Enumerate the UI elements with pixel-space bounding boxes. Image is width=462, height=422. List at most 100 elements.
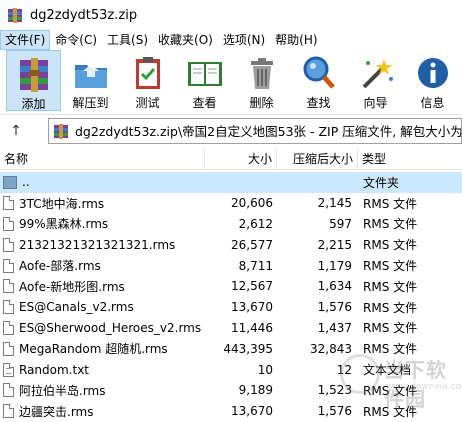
toolbar: 添加 解压到 测试 查看 删除 查找 向导 信息 [0,50,462,113]
file-icon [3,237,14,252]
file-type: RMS 文件 [363,217,418,232]
file-name: Aofe-部落.rms [19,259,101,274]
menu-tools[interactable]: 工具(S) [102,30,153,50]
watermark-subtext: www.downxia.com [386,382,462,392]
wizard-wand-icon [356,53,396,93]
column-header-row: 名称 大小 压缩后大小 类型 [0,147,462,170]
file-name: 边疆突击.rms [19,404,94,419]
view-button[interactable]: 查看 [177,50,232,111]
file-name: 3TC地中海.rms [19,196,105,211]
info-icon [413,53,453,93]
test-button[interactable]: 测试 [120,50,175,111]
file-icon [3,196,14,211]
path-bar: ↑ dg2zdydt53z.zip\帝国2自定义地图53张 - ZIP 压缩文件… [0,114,462,146]
info-button[interactable]: 信息 [405,50,460,111]
file-packed-size: 597 [329,216,352,231]
trash-icon [242,53,282,93]
list-item[interactable]: .. 文件夹 [0,172,462,193]
file-icon [3,300,14,315]
file-type: RMS 文件 [363,196,418,211]
column-header-name[interactable]: 名称 [0,147,205,170]
find-label: 查找 [306,96,331,110]
title-bar: dg2zdydt53z.zip [0,0,462,30]
extract-to-button[interactable]: 解压到 [63,50,118,111]
file-size: 2,612 [238,216,273,231]
list-item[interactable]: ES@Canals_v2.rms 13,670 1,576 RMS 文件 [0,297,462,318]
find-button[interactable]: 查找 [291,50,346,111]
list-item[interactable]: 99%黑森林.rms 2,612 597 RMS 文件 [0,214,462,235]
list-item[interactable]: Aofe-新地形图.rms 12,567 1,634 RMS 文件 [0,276,462,297]
delete-label: 删除 [249,96,274,110]
menu-command[interactable]: 命令(C) [50,30,102,50]
add-archive-icon [14,54,54,94]
file-size: 20,606 [231,196,273,211]
menu-options[interactable]: 选项(N) [218,30,270,50]
text-file-icon [3,362,14,377]
add-label: 添加 [21,97,46,111]
column-header-type[interactable]: 类型 [358,148,462,170]
view-label: 查看 [192,96,217,110]
file-name: 21321321321321321.rms [19,237,176,252]
wizard-button[interactable]: 向导 [348,50,403,111]
delete-button[interactable]: 删除 [234,50,289,111]
file-icon [3,258,14,273]
menu-bar: 文件(F) 命令(C) 工具(S) 收藏夹(O) 选项(N) 帮助(H) [0,30,462,50]
file-packed-size: 1,179 [317,258,352,273]
watermark-logo-icon [340,354,380,394]
watermark: 当下软件园 www.downxia.com [340,348,462,411]
up-arrow-icon[interactable]: ↑ [0,117,32,145]
file-size: 443,395 [223,341,273,356]
file-size: 9,189 [238,383,273,398]
file-type: RMS 文件 [363,300,418,315]
file-packed-size: 2,145 [317,196,352,211]
file-type: RMS 文件 [363,279,418,294]
info-label: 信息 [420,96,445,110]
file-packed-size: 1,576 [317,300,352,315]
file-icon [3,279,14,294]
file-name: .. [22,175,30,190]
file-icon [3,216,14,231]
file-type: 文件夹 [363,175,400,190]
test-clipboard-icon [128,53,168,93]
file-size: 11,446 [231,320,273,335]
folder-up-icon [3,175,17,189]
file-size: 26,577 [231,237,273,252]
test-label: 测试 [135,96,160,110]
file-name: MegaRandom 超随机.rms [19,342,168,357]
winrar-app-icon [7,7,23,23]
file-icon [3,404,14,419]
file-packed-size: 2,215 [317,237,352,252]
file-name: ES@Canals_v2.rms [19,300,134,315]
extract-folder-icon [71,53,111,93]
path-text: dg2zdydt53z.zip\帝国2自定义地图53张 - ZIP 压缩文件, … [75,124,462,139]
file-name: Aofe-新地形图.rms [19,279,125,294]
file-packed-size: 1,634 [317,279,352,294]
file-type: RMS 文件 [363,259,418,274]
wizard-label: 向导 [363,96,388,110]
file-name: Random.txt [19,362,90,377]
file-packed-size: 1,437 [317,320,352,335]
column-header-size[interactable]: 大小 [205,147,277,170]
menu-help[interactable]: 帮助(H) [270,30,322,50]
zip-archive-icon [53,123,69,139]
view-book-icon [185,53,225,93]
menu-file[interactable]: 文件(F) [0,30,51,50]
file-size: 13,670 [231,300,273,315]
file-icon [3,383,14,398]
file-name: 99%黑森林.rms [19,217,109,232]
list-item[interactable]: 21321321321321321.rms 26,577 2,215 RMS 文… [0,234,462,255]
file-type: RMS 文件 [363,321,418,336]
list-item[interactable]: ES@Sherwood_Heroes_v2.rms 11,446 1,437 R… [0,318,462,339]
file-icon [3,320,14,335]
window-title: dg2zdydt53z.zip [30,7,138,23]
path-field[interactable]: dg2zdydt53z.zip\帝国2自定义地图53张 - ZIP 压缩文件, … [48,117,462,144]
add-button[interactable]: 添加 [6,50,62,111]
file-name: 阿拉伯半岛.rms [19,383,106,398]
list-item[interactable]: 3TC地中海.rms 20,606 2,145 RMS 文件 [0,193,462,214]
file-type: RMS 文件 [363,238,418,253]
menu-favorites[interactable]: 收藏夹(O) [153,30,218,50]
file-size: 10 [257,362,273,377]
column-header-packed[interactable]: 压缩后大小 [277,147,358,170]
file-name: ES@Sherwood_Heroes_v2.rms [19,320,202,335]
list-item[interactable]: Aofe-部落.rms 8,711 1,179 RMS 文件 [0,255,462,276]
